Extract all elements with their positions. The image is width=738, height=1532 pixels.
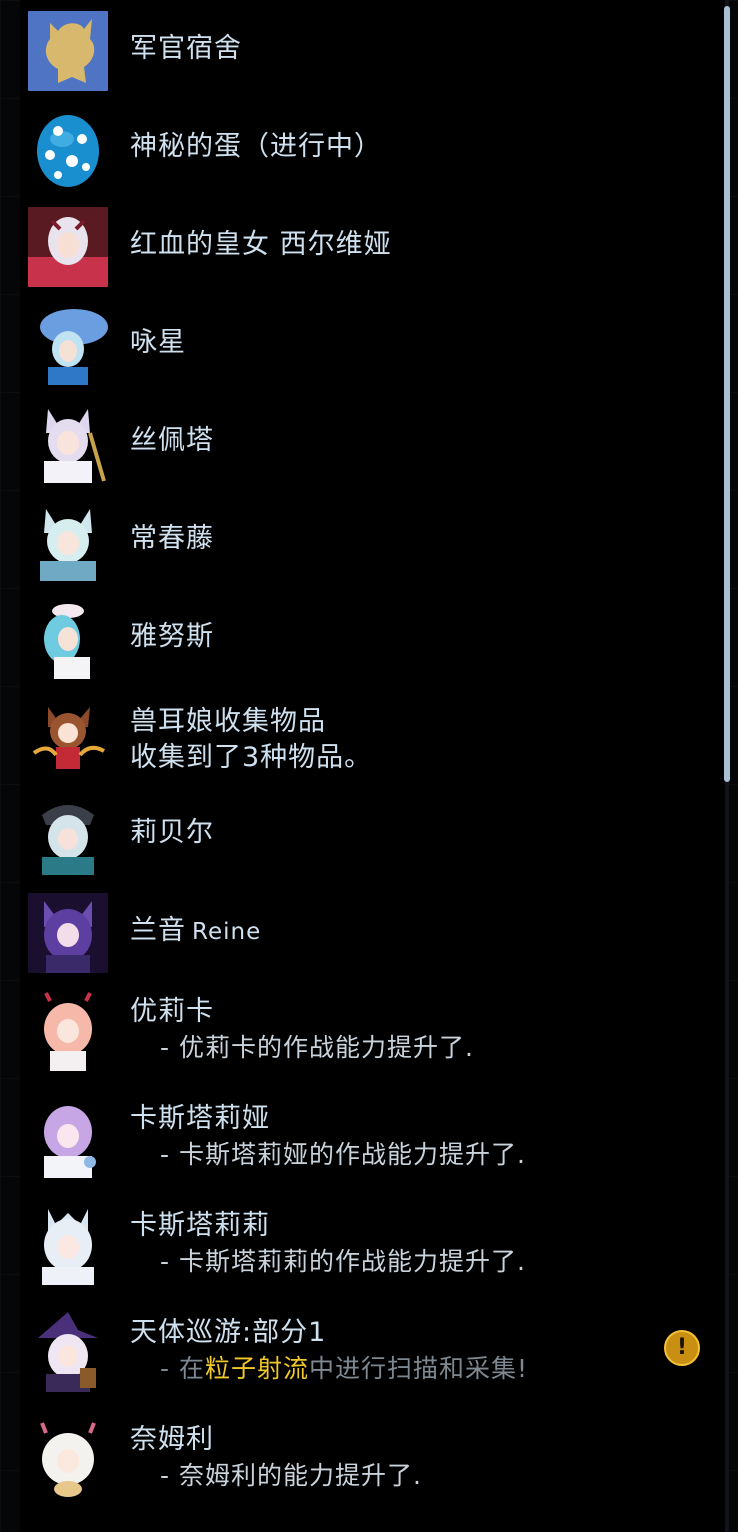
list-item-ivy[interactable]: 常春藤 (20, 490, 720, 588)
item-detail: - 卡斯塔莉莉的作战能力提升了. (160, 1247, 526, 1276)
item-title-latin: Reine (192, 919, 262, 945)
mystery-egg-icon (28, 109, 108, 189)
character-portrait-witch (28, 1312, 108, 1392)
item-detail: - 卡斯塔莉娅的作战能力提升了. (160, 1140, 526, 1169)
character-portrait-liber (28, 795, 108, 875)
character-portrait-yulika (28, 991, 108, 1071)
item-title: 咏星 (130, 327, 186, 358)
item-title: 军官宿舍 (130, 33, 242, 64)
detail-suffix: 中进行扫描和采集! (308, 1354, 529, 1383)
list-item-castalia[interactable]: 卡斯塔莉娅 - 卡斯塔莉娅的作战能力提升了. (20, 1087, 720, 1194)
list-item-yongxing[interactable]: 咏星 (20, 294, 720, 392)
item-detail: - 优莉卡的作战能力提升了. (160, 1033, 474, 1062)
list-item-yulika[interactable]: 优莉卡 - 优莉卡的作战能力提升了. (20, 980, 720, 1087)
detail-prefix: - 在 (160, 1354, 205, 1383)
list-item-silvia[interactable]: 红血的皇女 西尔维娅 (20, 196, 720, 294)
list-item-egg[interactable]: 神秘的蛋（进行中） (20, 98, 720, 196)
list-item-naimuli[interactable]: 奈姆利 - 奈姆利的能力提升了. (20, 1408, 720, 1515)
item-title: 兽耳娘收集物品 (130, 706, 326, 737)
notification-list: 军官宿舍 神秘的蛋（进行中） 红血的皇女 西尔维娅 咏星 丝佩塔 常春藤 雅努斯… (20, 0, 720, 1515)
character-portrait-naimuli (28, 1419, 108, 1499)
character-portrait-castalili (28, 1205, 108, 1285)
list-item-janus[interactable]: 雅努斯 (20, 588, 720, 686)
item-detail: - 奈姆利的能力提升了. (160, 1461, 422, 1490)
character-portrait-yongxing (28, 305, 108, 385)
alert-icon[interactable]: ! (664, 1330, 700, 1366)
item-title: 天体巡游:部分1 (130, 1317, 327, 1348)
detail-highlight: 粒子射流 (204, 1354, 309, 1383)
item-title: 奈姆利 (130, 1424, 214, 1455)
list-item-celestial-tour[interactable]: 天体巡游:部分1 - 在粒子射流中进行扫描和采集! ! (20, 1301, 720, 1408)
item-title: 丝佩塔 (130, 425, 214, 456)
list-item-collect[interactable]: 兽耳娘收集物品 收集到了3种物品。 (20, 686, 720, 784)
list-item-speta[interactable]: 丝佩塔 (20, 392, 720, 490)
list-item-liber[interactable]: 莉贝尔 (20, 784, 720, 882)
item-title: 卡斯塔莉莉 (130, 1210, 270, 1241)
list-item-reine[interactable]: 兰音 Reine (20, 882, 720, 980)
item-detail: 收集到了3种物品。 (130, 742, 373, 773)
character-portrait-ivy (28, 501, 108, 581)
character-portrait-speta (28, 403, 108, 483)
notification-panel: 军官宿舍 神秘的蛋（进行中） 红血的皇女 西尔维娅 咏星 丝佩塔 常春藤 雅努斯… (20, 0, 728, 1532)
item-title: 雅努斯 (130, 621, 214, 652)
list-item-dorm[interactable]: 军官宿舍 (20, 0, 720, 98)
item-title: 兰音 Reine (130, 913, 261, 950)
scrollbar-thumb[interactable] (724, 6, 730, 782)
list-item-castalili[interactable]: 卡斯塔莉莉 - 卡斯塔莉莉的作战能力提升了. (20, 1194, 720, 1301)
item-title: 常春藤 (130, 523, 214, 554)
item-title: 神秘的蛋（进行中） (130, 131, 382, 162)
character-portrait-beastgirl (28, 697, 108, 777)
character-portrait-castalia (28, 1098, 108, 1178)
dorm-silhouette-icon (28, 11, 108, 91)
item-title: 红血的皇女 西尔维娅 (130, 229, 392, 260)
character-portrait-janus (28, 599, 108, 679)
item-title: 莉贝尔 (130, 817, 214, 848)
item-title-cn: 兰音 (130, 915, 186, 946)
character-portrait-silvia (28, 207, 108, 287)
item-detail: - 在粒子射流中进行扫描和采集! (160, 1352, 528, 1386)
item-title: 优莉卡 (130, 996, 214, 1027)
character-portrait-reine (28, 893, 108, 973)
item-title: 卡斯塔莉娅 (130, 1103, 270, 1134)
